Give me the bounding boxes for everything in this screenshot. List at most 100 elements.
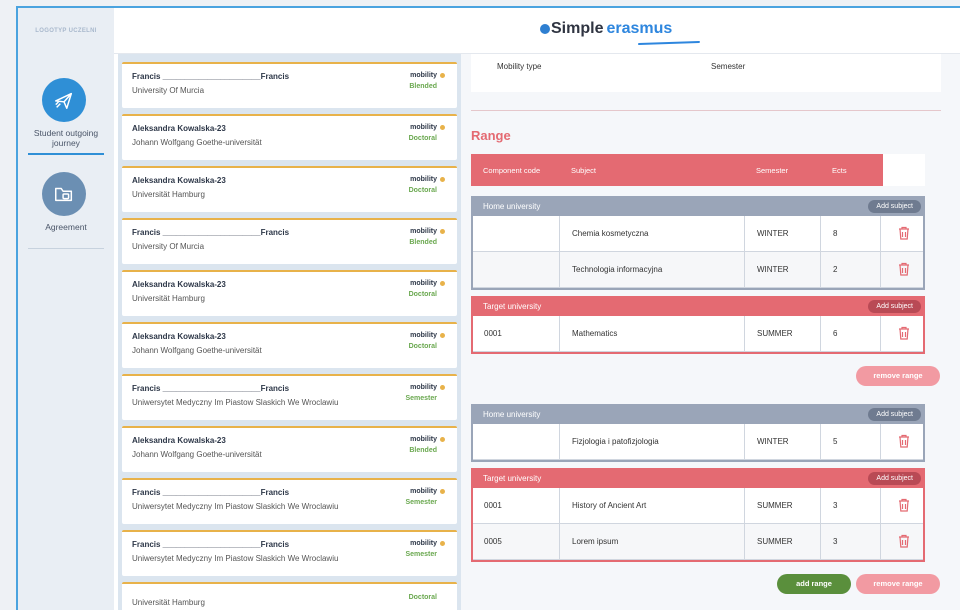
ects-cell: 5 (821, 424, 881, 459)
student-university: University Of Murcia (132, 86, 205, 95)
mobility-type-box: Mobility type Semester (471, 54, 941, 92)
home-university-header: Home university Add subject (471, 196, 925, 216)
column-header-semester: Semester (756, 166, 789, 175)
mobility-type-value: Semester (711, 62, 746, 71)
ects-cell: 3 (821, 488, 881, 523)
component-code: 0001 (472, 316, 560, 351)
student-name: Aleksandra Kowalska-23 (132, 332, 226, 341)
ects-cell: 3 (821, 524, 881, 559)
status-dot-icon (440, 489, 445, 494)
table-row: Chemia kosmetyczna WINTER 8 (471, 216, 925, 252)
home-university-group: Home university Add subject Chemia kosme… (471, 196, 925, 288)
mobility-type: Doctoral (408, 343, 437, 350)
section-divider (471, 110, 941, 111)
logo-placeholder-text: LOGOTYP UCZELNI (35, 28, 97, 34)
student-list[interactable]: Francis ______________________Francis Un… (118, 54, 461, 610)
brand-name-part2: erasmus (606, 20, 673, 37)
status-dot-icon (440, 385, 445, 390)
student-name: Francis ______________________Francis (132, 540, 290, 549)
table-row: 0005 Lorem ipsum SUMMER 3 (471, 524, 925, 560)
student-name: Francis ______________________Francis (132, 72, 290, 81)
table-row: 0001 Mathematics SUMMER 6 (471, 316, 925, 352)
trash-icon (898, 498, 909, 512)
sidebar-item-label[interactable]: Agreement (22, 222, 110, 232)
student-university: Universität Hamburg (132, 598, 205, 607)
semester-cell: SUMMER (745, 524, 821, 559)
folder-icon (55, 187, 73, 202)
student-university: Johann Wolfgang Goethe-universität (132, 346, 262, 355)
student-name: Aleksandra Kowalska-23 (132, 176, 226, 185)
mobility-label: mobility (410, 72, 445, 79)
status-dot-icon (440, 437, 445, 442)
brand-logo[interactable]: Simple erasmus (540, 20, 672, 38)
remove-range-button[interactable]: remove range (856, 366, 940, 386)
range-title: Range (471, 128, 511, 143)
range-panel: Mobility type Semester Range Component c… (461, 54, 960, 610)
status-dot-icon (440, 229, 445, 234)
student-university: Uniwersytet Medyczny Im Piastow Slaskich… (132, 554, 339, 563)
delete-button[interactable] (881, 252, 926, 287)
student-card[interactable]: Aleksandra Kowalska-23 Universität Hambu… (122, 166, 457, 212)
trash-icon (898, 434, 909, 448)
delete-button[interactable] (881, 424, 926, 459)
student-university: Universität Hamburg (132, 190, 205, 199)
delete-button[interactable] (881, 316, 926, 351)
student-card[interactable]: Universität Hamburg Doctoral (122, 582, 457, 610)
remove-range-button[interactable]: remove range (856, 574, 940, 594)
student-card[interactable]: Francis ______________________Francis Un… (122, 218, 457, 264)
target-university-label: Target university (483, 474, 542, 483)
student-card[interactable]: Francis ______________________Francis Un… (122, 374, 457, 420)
delete-button[interactable] (881, 216, 926, 251)
student-card[interactable]: Francis ______________________Francis Un… (122, 62, 457, 108)
component-code (472, 252, 560, 287)
student-card[interactable]: Aleksandra Kowalska-23 Johann Wolfgang G… (122, 426, 457, 472)
subject-cell: Chemia kosmetyczna (560, 216, 745, 251)
student-university: Universität Hamburg (132, 294, 205, 303)
home-university-header: Home university Add subject (471, 404, 925, 424)
student-university: Uniwersytet Medyczny Im Piastow Slaskich… (132, 398, 339, 407)
trash-icon (898, 226, 909, 240)
delete-button[interactable] (881, 524, 926, 559)
student-name: Aleksandra Kowalska-23 (132, 436, 226, 445)
mobility-label: mobility (410, 332, 445, 339)
delete-button[interactable] (881, 488, 926, 523)
sidebar-item-agreement-button[interactable] (42, 172, 86, 216)
component-code: 0005 (472, 524, 560, 559)
student-card[interactable]: Aleksandra Kowalska-23 Johann Wolfgang G… (122, 114, 457, 160)
subject-cell: Mathematics (560, 316, 745, 351)
mobility-type: Blended (409, 83, 437, 90)
sidebar-item-label[interactable]: Student outgoing journey (22, 128, 110, 148)
add-subject-button[interactable]: Add subject (868, 200, 921, 213)
plane-icon (55, 92, 73, 109)
add-range-button[interactable]: add range (777, 574, 851, 594)
target-university-group: Target university Add subject 0001 Mathe… (471, 296, 925, 354)
subject-cell: Fizjologia i patofizjologia (560, 424, 745, 459)
student-name: Francis ______________________Francis (132, 488, 290, 497)
sidebar-item-student-outgoing-journey-button[interactable] (42, 78, 86, 122)
ects-cell: 6 (821, 316, 881, 351)
student-university: Uniwersytet Medyczny Im Piastow Slaskich… (132, 502, 339, 511)
add-subject-button[interactable]: Add subject (868, 300, 921, 313)
mobility-type: Semester (405, 395, 437, 402)
mobility-label: mobility (410, 540, 445, 547)
add-subject-button[interactable]: Add subject (868, 472, 921, 485)
target-university-label: Target university (483, 302, 542, 311)
component-code (472, 216, 560, 251)
trash-icon (898, 326, 909, 340)
target-university-group: Target university Add subject 0001 Histo… (471, 468, 925, 562)
student-name: Aleksandra Kowalska-23 (132, 280, 226, 289)
brand-dot-icon (540, 24, 550, 34)
student-card[interactable]: Francis ______________________Francis Un… (122, 530, 457, 576)
add-subject-button[interactable]: Add subject (868, 408, 921, 421)
student-name: Aleksandra Kowalska-23 (132, 124, 226, 133)
subject-cell: History of Ancient Art (560, 488, 745, 523)
student-card[interactable]: Aleksandra Kowalska-23 Universität Hambu… (122, 270, 457, 316)
home-university-group: Home university Add subject Fizjologia i… (471, 404, 925, 462)
semester-cell: WINTER (745, 424, 821, 459)
university-logo-placeholder: LOGOTYP UCZELNI (18, 8, 114, 54)
student-card[interactable]: Aleksandra Kowalska-23 Johann Wolfgang G… (122, 322, 457, 368)
active-indicator (28, 153, 104, 155)
student-card[interactable]: Francis ______________________Francis Un… (122, 478, 457, 524)
mobility-type-label: Mobility type (497, 62, 542, 71)
student-university: Johann Wolfgang Goethe-universität (132, 138, 262, 147)
